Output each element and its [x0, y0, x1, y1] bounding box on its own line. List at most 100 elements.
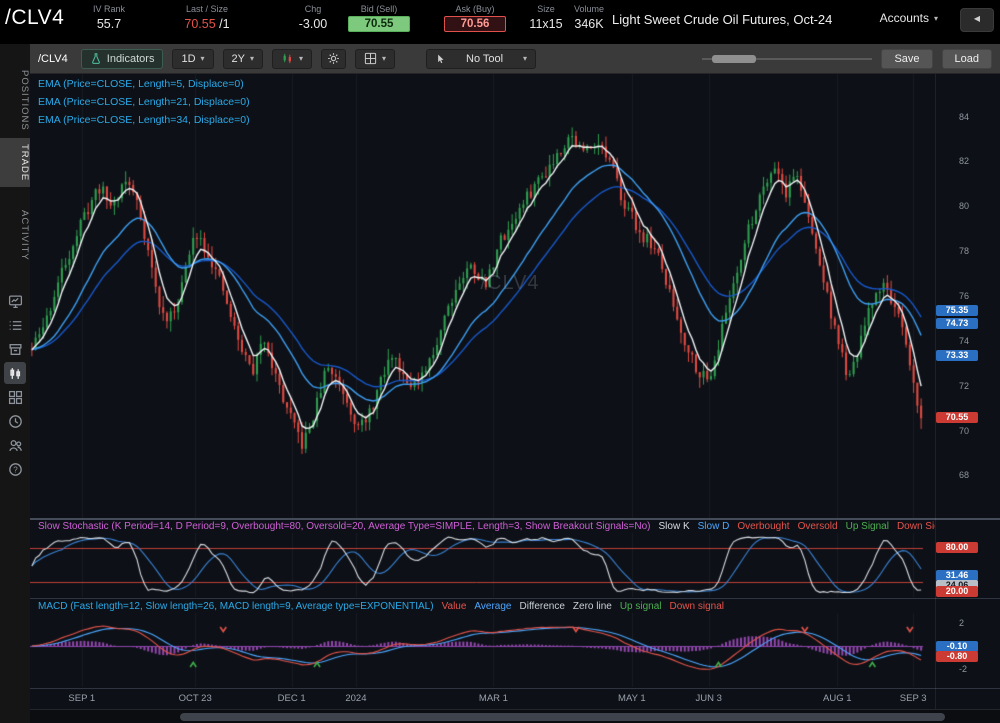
stochastic-axis: 80.00 31.46 24.06 20.00	[935, 533, 1000, 597]
study-label-ema21[interactable]: EMA (Price=CLOSE, Length=21, Displace=0)	[38, 96, 250, 108]
legend-item: Slow D	[697, 521, 730, 532]
sidebar-tab-positions[interactable]: POSITIONS	[0, 64, 30, 137]
time-axis-label: SEP 1	[68, 693, 96, 704]
last-price: 70.55	[184, 17, 216, 31]
contract-description: Light Sweet Crude Oil Futures, Oct-24	[612, 12, 833, 27]
time-axis-label: MAY 1	[618, 693, 646, 704]
drawing-tool-dropdown[interactable]: No Tool ▾	[426, 48, 537, 69]
price-axis-label: 78	[959, 246, 970, 257]
legend-item: Oversold	[797, 521, 838, 532]
axis-badge: 74.73	[936, 318, 978, 330]
last-size-field: Last / Size 70.55 /1	[168, 4, 246, 31]
legend-item: Value	[441, 601, 467, 612]
volume-field: Volume 346K	[566, 4, 612, 31]
stochastic-canvas[interactable]	[30, 533, 935, 597]
study-label-macd[interactable]: MACD (Fast length=12, Slow length=26, MA…	[38, 601, 434, 612]
bid-button[interactable]: 70.55	[348, 16, 410, 32]
study-label-stochastic[interactable]: Slow Stochastic (K Period=14, D Period=9…	[38, 521, 651, 532]
legend-item: Overbought	[737, 521, 790, 532]
chevron-left-icon: ◀	[973, 14, 981, 23]
iv-rank-field: IV Rank 55.7	[84, 4, 134, 31]
scrollbar-thumb[interactable]	[180, 713, 945, 721]
candlestick-icon	[283, 53, 291, 64]
accounts-dropdown[interactable]: Accounts ▾	[880, 11, 938, 25]
time-axis-label: SEP 3	[899, 693, 927, 704]
study-label-ema34[interactable]: EMA (Price=CLOSE, Length=34, Displace=0)	[38, 114, 250, 126]
axis-badge: -0.80	[936, 651, 978, 663]
price-axis-label: 82	[959, 156, 970, 167]
left-rail: POSITIONS TRADE ACTIVITY ?	[0, 44, 30, 723]
layout-grid-icon	[364, 52, 377, 65]
chg-field: Chg -3.00	[290, 4, 336, 31]
chart-symbol-tab[interactable]: /CLV4	[38, 53, 68, 65]
time-axis-label: DEC 1	[277, 693, 306, 704]
save-button[interactable]: Save	[881, 48, 933, 69]
chg-label: Chg	[304, 4, 322, 14]
axis-badge: 75.35	[936, 304, 978, 316]
macd-canvas[interactable]	[30, 613, 935, 687]
sidebar-users-icon[interactable]	[4, 434, 26, 456]
ask-field: Ask (Buy) 70.56	[444, 4, 506, 32]
svg-text:?: ?	[13, 465, 18, 474]
ask-label: Ask (Buy)	[455, 4, 495, 14]
gear-icon	[328, 53, 339, 64]
volume-value: 346K	[574, 17, 604, 31]
price-axis-label: 72	[959, 380, 970, 391]
sidebar-watchlist-icon[interactable]	[4, 314, 26, 336]
stochastic-title-row: Slow Stochastic (K Period=14, D Period=9…	[30, 520, 935, 533]
chg-value: -3.00	[298, 17, 328, 31]
collapse-panel-button[interactable]: ◀	[960, 8, 994, 32]
time-axis-label: 2024	[345, 693, 367, 704]
layout-dropdown[interactable]: ▾	[355, 48, 396, 69]
symbol-watermark: /CLV4	[480, 272, 540, 294]
time-axis-label: JUN 3	[695, 693, 722, 704]
slider-thumb[interactable]	[712, 54, 757, 63]
chevron-down-icon: ▾	[299, 54, 304, 63]
range-dropdown[interactable]: 2Y ▾	[222, 48, 264, 69]
size-label: Size	[537, 4, 555, 14]
indicators-button[interactable]: Indicators	[80, 48, 164, 69]
sidebar-monitor-icon[interactable]	[4, 290, 26, 312]
chart-settings-gear-button[interactable]	[321, 48, 347, 69]
iv-rank-label: IV Rank	[92, 4, 125, 14]
time-axis: SEP 1 OCT 23 DEC 1 2024 MAR 1 MAY 1 JUN 3 AUG 1…	[30, 689, 1000, 708]
last-size-label: Last / Size	[185, 4, 229, 14]
chevron-down-icon: ▾	[382, 54, 387, 63]
macd-axis-label: 2	[959, 618, 965, 628]
price-axis-label: 84	[959, 111, 970, 122]
timeframe-dropdown[interactable]: 1D ▾	[172, 48, 214, 69]
sidebar-apps-grid-icon[interactable]	[4, 386, 26, 408]
size-value: 11x15	[529, 17, 563, 31]
axis-badge: 73.33	[936, 349, 978, 361]
price-axis-label: 80	[959, 201, 970, 212]
bid-label: Bid (Sell)	[360, 4, 398, 14]
macd-title-row: MACD (Fast length=12, Slow length=26, MA…	[30, 600, 935, 613]
chevron-down-icon: ▾	[250, 54, 255, 63]
chevron-down-icon: ▾	[933, 13, 938, 23]
sidebar-tab-trade[interactable]: TRADE	[0, 138, 30, 188]
sidebar-help-icon[interactable]: ?	[4, 458, 26, 480]
axis-badge: 80.00	[936, 541, 978, 553]
legend-item: Up signal	[619, 601, 662, 612]
price-chart-canvas[interactable]	[30, 74, 935, 518]
zoom-slider[interactable]	[702, 49, 873, 69]
sidebar-history-icon[interactable]	[4, 410, 26, 432]
time-axis-label: AUG 1	[823, 693, 852, 704]
bid-field: Bid (Sell) 70.55	[348, 4, 410, 32]
macd-axis: 20-2-0.10-0.80	[935, 613, 1000, 687]
flask-icon	[91, 53, 100, 64]
chart-type-dropdown[interactable]: ▾	[272, 48, 313, 69]
ask-button[interactable]: 70.56	[444, 16, 506, 32]
study-label-ema5[interactable]: EMA (Price=CLOSE, Length=5, Displace=0)	[38, 78, 244, 90]
legend-item: Difference	[519, 601, 565, 612]
pane-divider[interactable]	[30, 598, 1000, 599]
price-axis-label: 74	[959, 335, 970, 346]
sidebar-package-icon[interactable]	[4, 338, 26, 360]
load-button[interactable]: Load	[941, 48, 992, 69]
chart-scrollbar[interactable]	[30, 709, 1000, 723]
sidebar-tab-activity[interactable]: ACTIVITY	[0, 204, 30, 267]
sidebar-charts-icon[interactable]	[4, 362, 26, 384]
legend-item: Zero line	[572, 601, 612, 612]
legend-item: Slow K	[658, 521, 690, 532]
chart-toolbar: /CLV4 Indicators 1D▾ 2Y▾ ▾ ▾ No Tool ▾	[30, 44, 1000, 74]
